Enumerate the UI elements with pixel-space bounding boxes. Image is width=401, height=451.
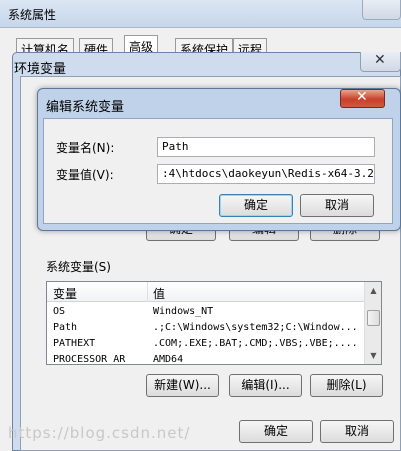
- row-value: Windows_NT: [153, 306, 214, 317]
- environment-variables-close-button[interactable]: ✕: [360, 52, 401, 72]
- column-header-value[interactable]: 值: [153, 285, 165, 302]
- scroll-down-arrow-icon[interactable]: ▼: [365, 347, 381, 364]
- close-icon: ✕: [356, 89, 368, 105]
- system-properties-title: 系统属性: [8, 8, 57, 22]
- system-variables-label: 系统变量(S): [46, 260, 111, 274]
- list-row[interactable]: PATHEXT .COM;.EXE;.BAT;.CMD;.VBS;.VBE;..…: [47, 338, 364, 353]
- column-divider[interactable]: [147, 282, 148, 302]
- vertical-scrollbar[interactable]: ▲ ▼: [364, 282, 381, 364]
- system-properties-titlebar: [0, 0, 401, 28]
- scroll-thumb[interactable]: [367, 310, 380, 326]
- system-properties-close-button[interactable]: [362, 0, 401, 20]
- list-header: 变量 值: [47, 282, 364, 302]
- edit-cancel-button[interactable]: 取消: [300, 194, 374, 217]
- row-name: PATHEXT: [53, 338, 96, 349]
- row-name: OS: [53, 306, 66, 317]
- watermark: https://blog.csdn.net/: [8, 424, 191, 442]
- list-row[interactable]: OS Windows_NT: [47, 306, 364, 321]
- list-row[interactable]: PROCESSOR_AR AMD64: [47, 354, 364, 365]
- new-variable-button[interactable]: 新建(W)...: [146, 374, 219, 397]
- row-value: AMD64: [153, 354, 184, 365]
- variable-name-field[interactable]: Path: [157, 137, 375, 157]
- variable-value-label: 变量值(V):: [56, 168, 114, 182]
- row-name: PROCESSOR_AR: [53, 354, 126, 365]
- edit-variable-button[interactable]: 编辑(I)...: [229, 374, 302, 397]
- edit-dialog-title: 编辑系统变量: [46, 100, 125, 115]
- variable-value-field[interactable]: :4\htdocs\daokeyun\Redis-x64-3.2.100: [157, 164, 375, 184]
- delete-variable-button[interactable]: 删除(L): [310, 374, 383, 397]
- row-value: .;C:\Windows\system32;C:\Window...: [153, 322, 358, 333]
- system-variables-list[interactable]: 变量 值 OS Windows_NT Path .;C:\Windows\sys…: [46, 281, 382, 365]
- env-cancel-button[interactable]: 取消: [320, 420, 394, 443]
- row-name: Path: [53, 322, 78, 333]
- edit-dialog-close-button[interactable]: ✕: [340, 89, 385, 108]
- environment-variables-title: 环境变量: [14, 62, 67, 77]
- row-value: .COM;.EXE;.BAT;.CMD;.VBS;.VBE;....: [153, 338, 358, 349]
- column-header-variable[interactable]: 变量: [53, 285, 77, 302]
- list-row[interactable]: Path .;C:\Windows\system32;C:\Window...: [47, 322, 364, 337]
- close-icon: ✕: [374, 52, 386, 68]
- scroll-up-arrow-icon[interactable]: ▲: [365, 282, 381, 299]
- variable-name-label: 变量名(N):: [56, 141, 115, 155]
- env-ok-button[interactable]: 确定: [239, 420, 313, 443]
- edit-ok-button[interactable]: 确定: [219, 194, 293, 217]
